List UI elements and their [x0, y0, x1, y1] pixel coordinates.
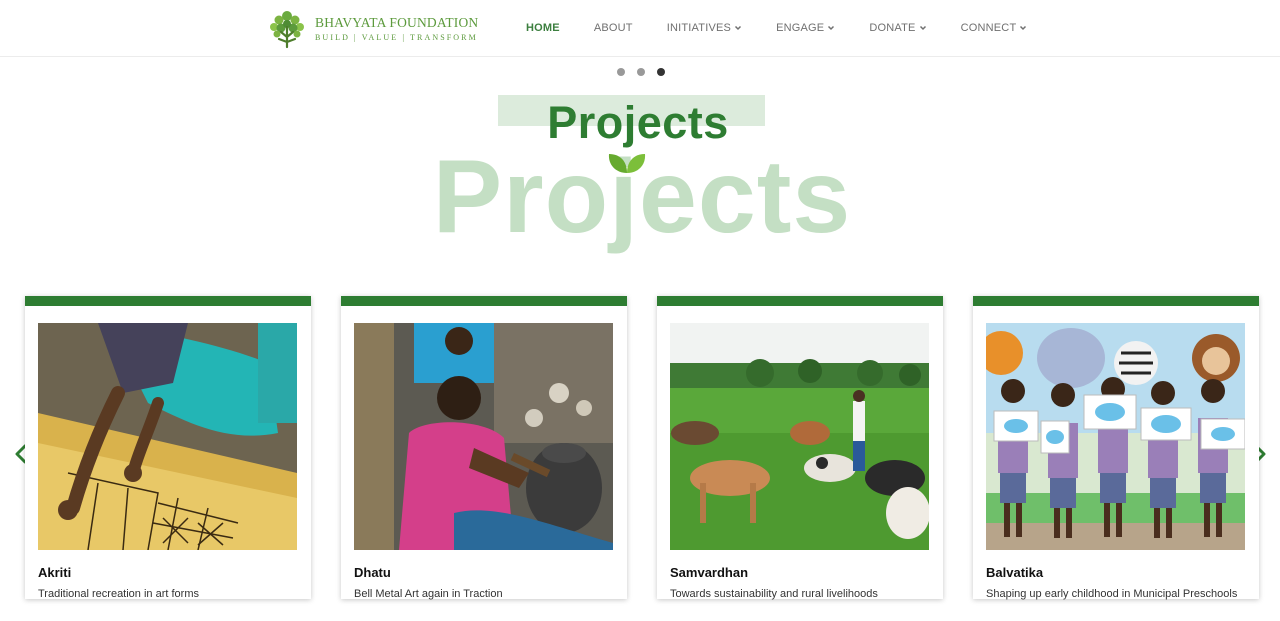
chevron-down-icon	[1020, 25, 1027, 30]
project-card-description: Bell Metal Art again in Traction	[354, 588, 503, 600]
project-card-description: Shaping up early childhood in Municipal …	[986, 588, 1238, 600]
nav-item-engage[interactable]: ENGAGE	[776, 22, 835, 34]
chevron-down-icon	[919, 25, 926, 30]
project-card-title: Samvardhan	[670, 565, 749, 580]
brand-logo[interactable]: BHAVYATA FOUNDATION BUILD | VALUE | TRAN…	[266, 6, 478, 50]
sprout-leaf-icon	[608, 154, 646, 173]
section-title: Projects	[547, 97, 729, 148]
project-card-balvatika[interactable]: Balvatika Shaping up early childhood in …	[973, 296, 1259, 600]
project-card-title: Balvatika	[986, 565, 1044, 580]
project-card-samvardhan[interactable]: Samvardhan Towards sustainability and ru…	[657, 296, 943, 600]
slider-dot-2[interactable]	[637, 68, 645, 76]
nav-item-home[interactable]: HOME	[526, 22, 560, 34]
project-card-title: Dhatu	[354, 565, 391, 580]
nav-item-initiatives[interactable]: INITIATIVES	[667, 22, 742, 34]
brand-tagline: BUILD | VALUE | TRANSFORM	[315, 32, 478, 42]
project-card-dhatu[interactable]: Dhatu Bell Metal Art again in Traction	[341, 296, 627, 600]
chevron-down-icon	[828, 25, 835, 30]
nav-item-label: CONNECT	[960, 21, 1017, 34]
nav-item-label: INITIATIVES	[666, 21, 732, 34]
project-card-description: Traditional recreation in art forms	[38, 588, 199, 600]
nav-item-donate[interactable]: DONATE	[869, 22, 926, 34]
artisan-painting-photo-icon	[38, 323, 297, 550]
nav-item-connect[interactable]: CONNECT	[961, 22, 1028, 34]
site-header: BHAVYATA FOUNDATION BUILD | VALUE | TRAN…	[0, 0, 1280, 57]
project-card-akriti[interactable]: Akriti Traditional recreation in art for…	[25, 296, 311, 600]
nav-item-about[interactable]: ABOUT	[594, 22, 633, 34]
nav-item-label: ENGAGE	[776, 21, 825, 34]
nav-item-label: DONATE	[869, 21, 916, 34]
brand-name: BHAVYATA FOUNDATION	[315, 14, 479, 30]
metal-artisan-photo-icon	[354, 323, 613, 550]
project-card-title: Akriti	[38, 565, 72, 580]
tree-logo-icon	[270, 11, 304, 49]
slider-pagination	[617, 68, 677, 76]
slider-dot-1[interactable]	[617, 68, 625, 76]
project-card-description: Towards sustainability and rural livelih…	[670, 588, 878, 600]
main-navigation: HOME ABOUT INITIATIVES ENGAGE DONATE CONNECT	[526, 0, 1061, 55]
slider-dot-3[interactable]	[657, 68, 665, 76]
chevron-down-icon	[735, 25, 742, 30]
nav-item-label: ABOUT	[593, 21, 633, 34]
cattle-field-photo-icon	[670, 323, 929, 550]
nav-item-label: HOME	[526, 21, 560, 34]
preschool-children-photo-icon	[986, 323, 1245, 550]
